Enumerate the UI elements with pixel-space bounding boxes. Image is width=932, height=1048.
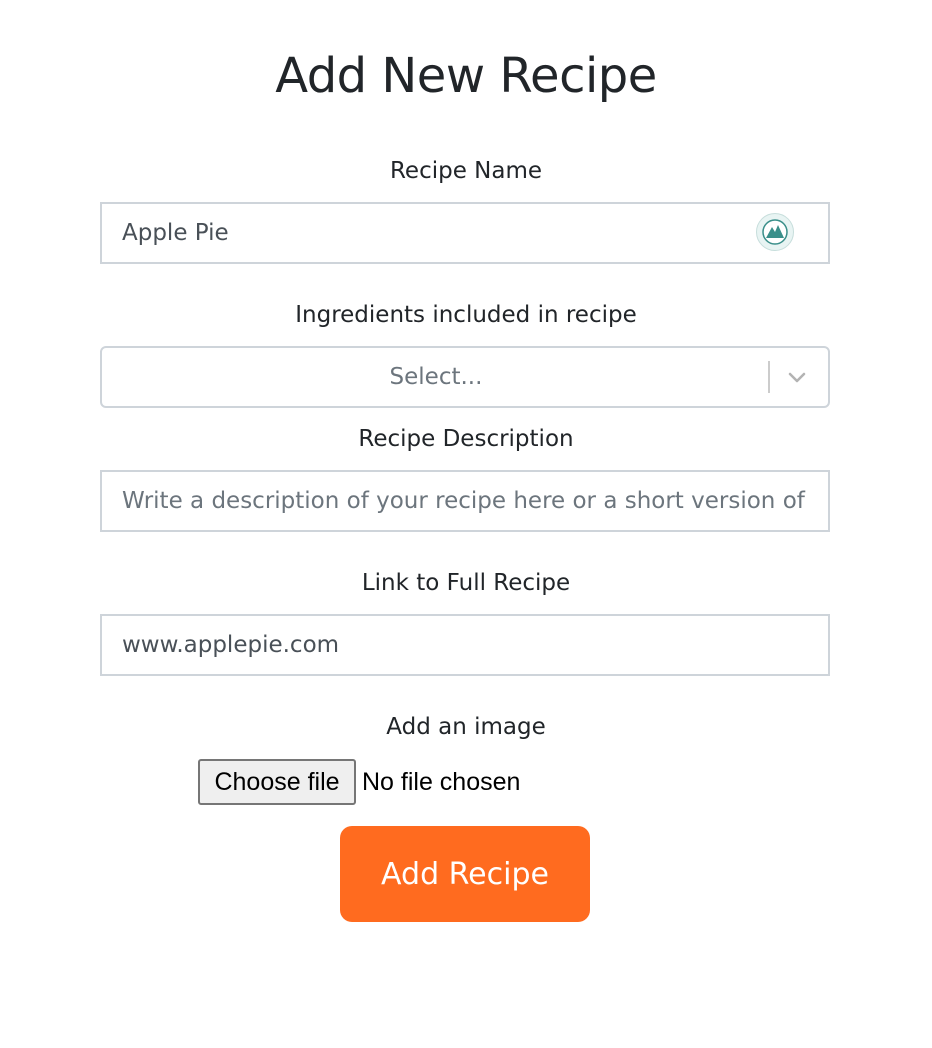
description-input[interactable] <box>100 470 830 532</box>
description-label: Recipe Description <box>358 426 574 452</box>
recipe-name-label: Recipe Name <box>389 158 543 184</box>
choose-file-button[interactable]: Choose file <box>198 759 356 805</box>
add-recipe-button[interactable]: Add Recipe <box>340 826 590 922</box>
recipe-name-input[interactable] <box>100 202 830 264</box>
password-manager-icon[interactable] <box>756 213 794 251</box>
file-status-text: No file chosen <box>362 768 521 796</box>
select-separator <box>768 361 770 393</box>
chevron-down-icon[interactable] <box>786 366 808 388</box>
ingredients-select-placeholder: Select... <box>389 364 483 390</box>
page-title: Add New Recipe <box>275 48 657 104</box>
mountain-logo-icon <box>762 219 788 245</box>
ingredients-select[interactable]: Select... <box>100 346 830 408</box>
link-label: Link to Full Recipe <box>361 570 571 596</box>
recipe-link-input[interactable] <box>100 614 830 676</box>
ingredients-label: Ingredients included in recipe <box>295 302 637 328</box>
image-label: Add an image <box>386 714 546 740</box>
